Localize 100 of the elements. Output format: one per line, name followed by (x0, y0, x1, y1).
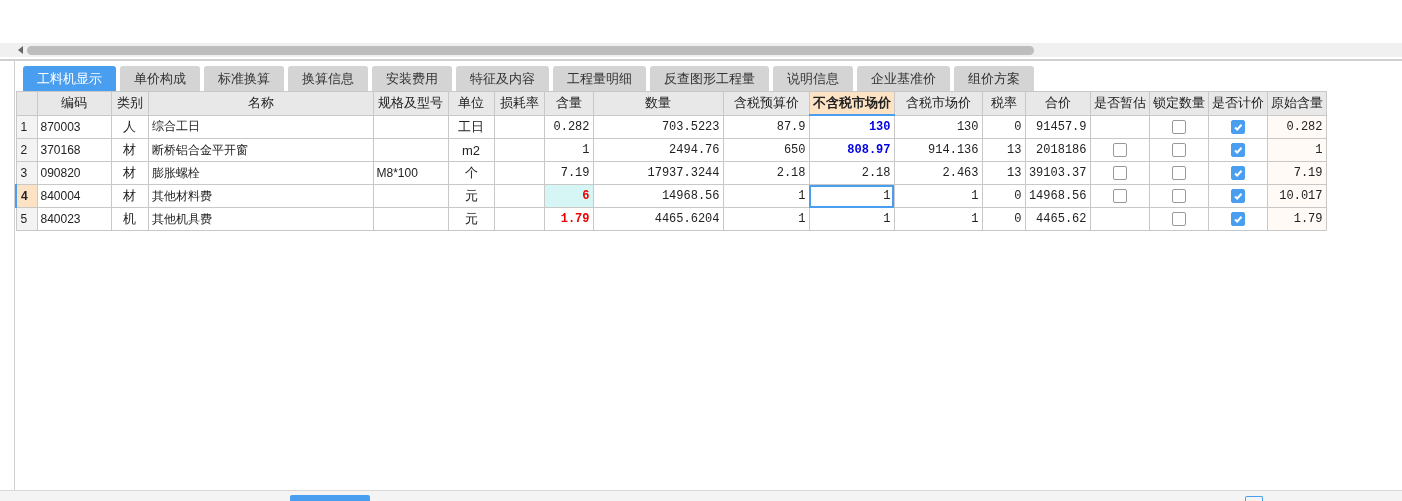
row-number[interactable]: 2 (16, 138, 37, 162)
checkbox[interactable] (1112, 166, 1127, 181)
scroll-left-icon[interactable] (18, 46, 23, 54)
table-cell: 370168 (37, 138, 111, 162)
checkbox[interactable] (1171, 166, 1186, 181)
table-cell (494, 207, 544, 231)
checkbox[interactable] (1171, 120, 1186, 135)
table-cell: 13 (982, 138, 1025, 162)
tab[interactable]: 企业基准价 (857, 66, 950, 91)
tab[interactable]: 反查图形工程量 (650, 66, 769, 91)
row-number[interactable]: 1 (16, 115, 37, 139)
row-number[interactable]: 3 (16, 161, 37, 185)
column-header[interactable]: 含税市场价 (894, 91, 982, 115)
table-cell: 91457.9 (1025, 115, 1090, 139)
table-cell: 综合工日 (148, 115, 373, 139)
table-cell: 090820 (37, 161, 111, 185)
table-cell: 650 (723, 138, 809, 162)
table-cell: 130 (894, 115, 982, 139)
table-cell: 914.136 (894, 138, 982, 162)
table-cell: 0 (982, 115, 1025, 139)
table-cell: 1.79 (544, 207, 593, 231)
table-cell: 其他材料费 (148, 184, 373, 208)
table-cell: 870003 (37, 115, 111, 139)
column-header[interactable]: 含税预算价 (723, 91, 809, 115)
table-cell: 1 (894, 207, 982, 231)
panel-icon[interactable] (1245, 496, 1263, 501)
column-header[interactable]: 是否计价 (1208, 91, 1267, 115)
tab[interactable]: 安装费用 (372, 66, 452, 91)
tab[interactable]: 换算信息 (288, 66, 368, 91)
table-cell: 840023 (37, 207, 111, 231)
table-cell: 2494.76 (593, 138, 723, 162)
table-cell: 工日 (448, 115, 494, 139)
checkbox[interactable] (1230, 120, 1245, 135)
column-header[interactable]: 损耗率 (494, 91, 544, 115)
table-cell: 2.463 (894, 161, 982, 185)
table-cell: 87.9 (723, 115, 809, 139)
table-cell: 130 (809, 115, 894, 139)
tab[interactable]: 特征及内容 (456, 66, 549, 91)
table-cell: 17937.3244 (593, 161, 723, 185)
table-cell: 材 (111, 184, 148, 208)
column-header[interactable]: 合价 (1025, 91, 1090, 115)
table-cell: 808.97 (809, 138, 894, 162)
checkbox[interactable] (1171, 212, 1186, 227)
column-header[interactable]: 数量 (593, 91, 723, 115)
column-header[interactable]: 编码 (37, 91, 111, 115)
table-cell: 4465.62 (1025, 207, 1090, 231)
table-cell: 材 (111, 138, 148, 162)
checkbox[interactable] (1230, 212, 1245, 227)
column-header[interactable]: 单位 (448, 91, 494, 115)
table-cell: 人 (111, 115, 148, 139)
table-cell: 断桥铝合金平开窗 (148, 138, 373, 162)
checkbox[interactable] (1112, 143, 1127, 158)
table-cell: 个 (448, 161, 494, 185)
tab[interactable]: 说明信息 (773, 66, 853, 91)
horizontal-scrollbar[interactable] (0, 43, 1402, 57)
table-cell: 1 (544, 138, 593, 162)
tab[interactable]: 单价构成 (120, 66, 200, 91)
table-cell: 机 (111, 207, 148, 231)
tab[interactable]: 工程量明细 (553, 66, 646, 91)
tab[interactable]: 标准换算 (204, 66, 284, 91)
table-cell: 1 (809, 207, 894, 231)
checkbox[interactable] (1230, 189, 1245, 204)
table-cell (494, 138, 544, 162)
table-cell: 0.282 (544, 115, 593, 139)
row-number[interactable]: 5 (16, 207, 37, 231)
table-cell: 1 (723, 207, 809, 231)
column-header[interactable]: 不含税市场价 (809, 91, 894, 115)
table-cell: 1 (809, 184, 894, 208)
table-cell: 2.18 (809, 161, 894, 185)
table-cell: M8*100 (373, 161, 448, 185)
table-cell (494, 115, 544, 139)
checkbox[interactable] (1230, 166, 1245, 181)
column-header[interactable]: 含量 (544, 91, 593, 115)
row-number[interactable]: 4 (16, 184, 37, 208)
column-header[interactable]: 原始含量 (1267, 91, 1326, 115)
column-header[interactable]: 名称 (148, 91, 373, 115)
table-cell: 膨胀螺栓 (148, 161, 373, 185)
table-cell: 材 (111, 161, 148, 185)
table-cell: 元 (448, 184, 494, 208)
checkbox[interactable] (1112, 189, 1127, 204)
table-cell (494, 184, 544, 208)
column-header[interactable]: 类别 (111, 91, 148, 115)
table-cell: 4465.6204 (593, 207, 723, 231)
table-cell: 14968.56 (1025, 184, 1090, 208)
table-cell (494, 161, 544, 185)
column-header[interactable]: 规格及型号 (373, 91, 448, 115)
table-cell: m2 (448, 138, 494, 162)
checkbox[interactable] (1230, 143, 1245, 158)
table-cell: 0 (982, 207, 1025, 231)
column-header[interactable]: 税率 (982, 91, 1025, 115)
column-header[interactable]: 是否暂估 (1090, 91, 1149, 115)
table-cell: 2018186 (1025, 138, 1090, 162)
table-cell: 840004 (37, 184, 111, 208)
scrollbar-thumb[interactable] (27, 45, 1034, 55)
checkbox[interactable] (1171, 189, 1186, 204)
table-cell: 703.5223 (593, 115, 723, 139)
tab[interactable]: 组价方案 (954, 66, 1034, 91)
column-header[interactable]: 锁定数量 (1149, 91, 1208, 115)
checkbox[interactable] (1171, 143, 1186, 158)
table-cell: 2.18 (723, 161, 809, 185)
